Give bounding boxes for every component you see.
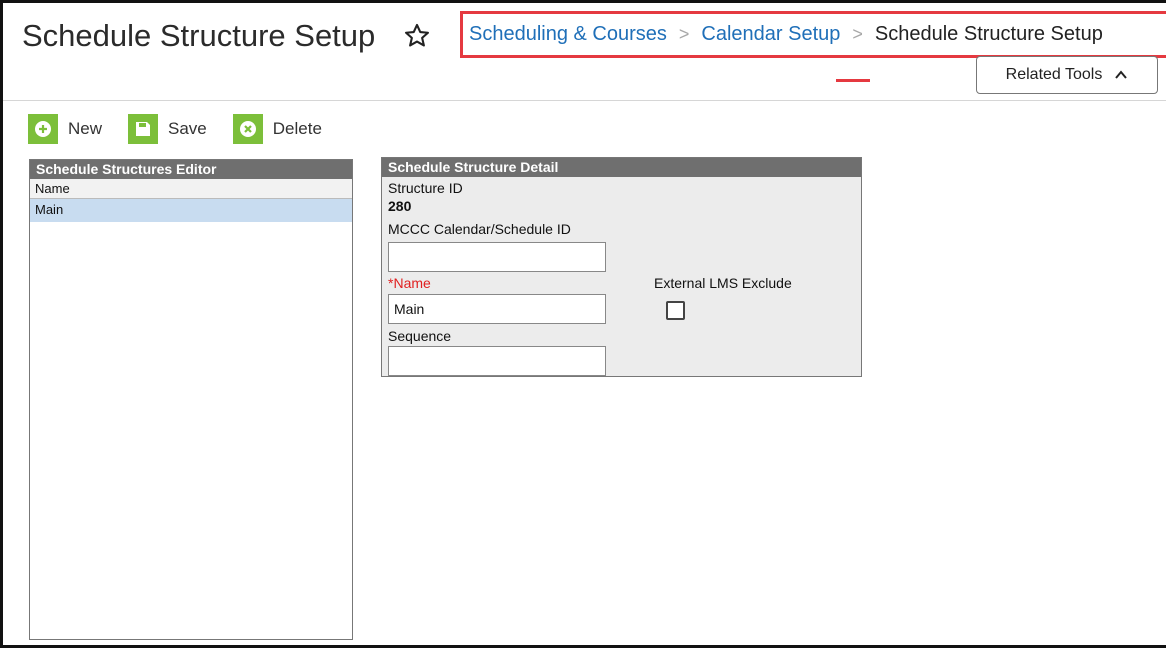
breadcrumb-scheduling-courses[interactable]: Scheduling & Courses [469,23,667,46]
breadcrumb-current-page: Schedule Structure Setup [874,23,1103,45]
toolbar: New Save Delete [28,114,348,144]
structure-id-label: Structure ID [388,180,463,196]
structure-id-value: 280 [388,198,412,214]
delete-label: Delete [272,119,322,138]
detail-title: Schedule Structure Detail [382,158,861,177]
related-tools-label: Related Tools [1005,66,1103,83]
breadcrumb-separator-icon: > [852,24,863,44]
annotation-dash [836,79,870,82]
plus-circle-icon [28,114,58,144]
mccc-id-label: MCCC Calendar/Schedule ID [388,221,571,237]
sequence-label: Sequence [388,328,452,344]
delete-button[interactable]: Delete [232,114,322,144]
list-item[interactable]: Main [30,199,352,222]
editor-title: Schedule Structures Editor [30,160,352,179]
external-lms-exclude-label: External LMS Exclude [654,275,792,291]
save-label: Save [168,119,207,138]
name-label-text: Name [393,275,431,291]
floppy-disk-icon [128,114,159,144]
mccc-id-field[interactable] [388,242,606,272]
name-field[interactable] [388,294,606,324]
new-label: New [68,119,103,138]
column-header-name[interactable]: Name [30,179,352,199]
header-divider [3,100,1166,101]
new-button[interactable]: New [28,114,102,144]
breadcrumb-calendar-setup[interactable]: Calendar Setup [701,23,840,46]
chevron-up-icon [1115,70,1128,79]
breadcrumb-separator-icon: > [678,24,690,44]
sequence-field[interactable] [388,346,606,376]
schedule-structure-detail: Schedule Structure Detail Structure ID 2… [381,157,862,377]
external-lms-exclude-checkbox[interactable] [666,301,685,320]
name-label: *Name [388,275,431,291]
delete-circle-icon [232,114,263,144]
related-tools-button[interactable]: Related Tools [976,56,1158,94]
schedule-structures-editor: Schedule Structures Editor Name Main [29,159,353,640]
breadcrumb: Scheduling & Courses > Calendar Setup > … [460,11,1166,58]
favorite-star-icon[interactable] [403,22,431,50]
page-title: Schedule Structure Setup [22,18,376,53]
save-button[interactable]: Save [128,114,207,144]
